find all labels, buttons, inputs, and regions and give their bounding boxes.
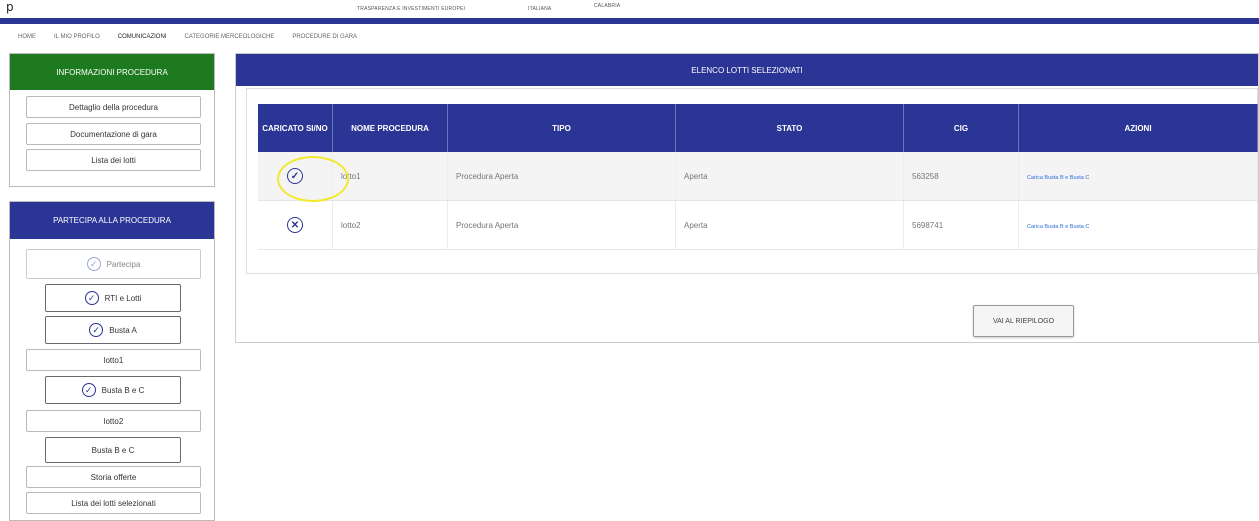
- cell-tipo: Procedura Aperta: [447, 152, 676, 201]
- check-icon: ✓: [86, 257, 101, 271]
- table-container: CARICATO SI/NO NOME PROCEDURA TIPO STATO…: [246, 88, 1258, 274]
- lotti-table: CARICATO SI/NO NOME PROCEDURA TIPO STATO…: [258, 104, 1258, 250]
- dettaglio-button[interactable]: Dettaglio della procedura: [26, 96, 201, 118]
- check-icon: ✓: [84, 291, 99, 305]
- busta-bc1-label: Busta B e C: [101, 385, 145, 395]
- carica-busta-link[interactable]: Carica Busta B e Busta C: [1027, 224, 1089, 230]
- nav-categories[interactable]: CATEGORIE MERCEOLOGICHE: [175, 30, 283, 44]
- lotto2-button[interactable]: lotto2: [26, 410, 201, 432]
- cell-tipo: Procedura Aperta: [447, 200, 676, 250]
- cell-nome: lotto2: [332, 200, 448, 250]
- lista-selezionati-button[interactable]: Lista dei lotti selezionati: [26, 492, 201, 514]
- busta-a-button[interactable]: ✓ Busta A: [45, 316, 181, 344]
- check-icon: ✓: [89, 323, 104, 337]
- partecipa-panel: PARTECIPA ALLA PROCEDURA ✓ Partecipa ✓ R…: [9, 201, 215, 521]
- riepilogo-button[interactable]: VAI AL RIEPILOGO: [973, 305, 1074, 337]
- main-panel: ELENCO LOTTI SELEZIONATI CARICATO SI/NO …: [235, 53, 1259, 343]
- info-panel-title: INFORMAZIONI PROCEDURA: [10, 54, 214, 90]
- partecipa-panel-title: PARTECIPA ALLA PROCEDURA: [10, 202, 214, 239]
- nav-communications[interactable]: COMUNICAZIONI: [109, 30, 176, 44]
- partecipa-button[interactable]: ✓ Partecipa: [26, 249, 201, 279]
- main-title: ELENCO LOTTI SELEZIONATI: [236, 54, 1258, 86]
- close-icon: ✕: [287, 217, 303, 233]
- cell-cig: 5698741: [903, 200, 1019, 250]
- header-text-1: TRASPARENZA E INVESTIMENTI EUROPEI: [357, 6, 466, 12]
- page-marker: p: [6, 0, 14, 14]
- cell-nome: lotto1: [332, 152, 448, 201]
- carica-busta-link[interactable]: Carica Busta B e Busta C: [1027, 175, 1089, 181]
- documentazione-button[interactable]: Documentazione di gara: [26, 123, 201, 145]
- col-stato: STATO: [675, 104, 904, 152]
- nav-profile[interactable]: IL MIO PROFILO: [45, 30, 109, 44]
- table-row: ✓ lotto1 Procedura Aperta Aperta 563258 …: [258, 152, 1258, 202]
- lista-lotti-button[interactable]: Lista dei lotti: [26, 149, 201, 171]
- nav-procedures[interactable]: PROCEDURE DI GARA: [283, 30, 366, 44]
- col-nome: NOME PROCEDURA: [332, 104, 448, 152]
- check-icon: ✓: [287, 168, 303, 184]
- cell-stato: Aperta: [675, 200, 904, 250]
- col-tipo: TIPO: [447, 104, 676, 152]
- header-bar: [0, 18, 1259, 24]
- header-text-2: ITALIANA: [528, 6, 552, 12]
- top-nav: HOME IL MIO PROFILO COMUNICAZIONI CATEGO…: [0, 30, 366, 44]
- check-icon: ✓: [81, 383, 96, 397]
- header-text-3: CALABRIA: [594, 3, 621, 9]
- busta-a-label: Busta A: [109, 325, 137, 335]
- cell-stato: Aperta: [675, 152, 904, 201]
- col-azioni: AZIONI: [1018, 104, 1258, 152]
- lotto1-button[interactable]: lotto1: [26, 349, 201, 371]
- table-row: ✕ lotto2 Procedura Aperta Aperta 5698741…: [258, 200, 1258, 250]
- info-panel: INFORMAZIONI PROCEDURA Dettaglio della p…: [9, 53, 215, 187]
- rti-lotti-button[interactable]: ✓ RTI e Lotti: [45, 284, 181, 312]
- col-caricato: CARICATO SI/NO: [258, 104, 333, 152]
- partecipa-label: Partecipa: [106, 259, 141, 269]
- busta-bc-lotto2-button[interactable]: Busta B e C: [45, 437, 181, 463]
- col-cig: CIG: [903, 104, 1019, 152]
- rti-label: RTI e Lotti: [104, 293, 142, 303]
- storia-offerte-button[interactable]: Storia offerte: [26, 466, 201, 488]
- nav-home[interactable]: HOME: [0, 30, 45, 44]
- top-strip: p TRASPARENZA E INVESTIMENTI EUROPEI ITA…: [0, 0, 1259, 18]
- cell-cig: 563258: [903, 152, 1019, 201]
- busta-bc-lotto1-button[interactable]: ✓ Busta B e C: [45, 376, 181, 404]
